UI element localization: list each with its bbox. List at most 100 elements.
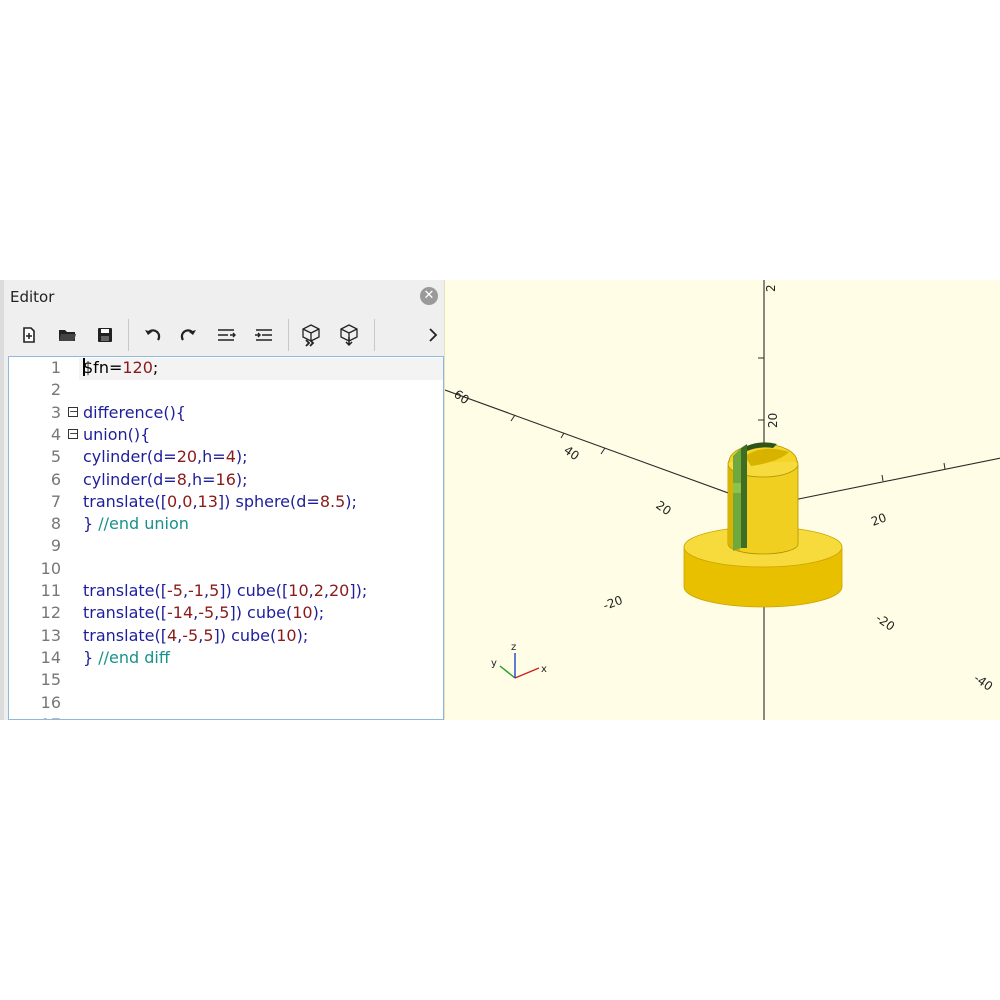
code-text: union(){ [83,424,150,446]
editor-panel: Editor ✕ 1 $fn=120; 2 3 − difference(){… [0,280,444,720]
line-number: 12 [40,603,61,623]
open-file-button[interactable] [52,321,82,349]
save-file-button[interactable] [90,321,120,349]
code-token: cylinder(d= [83,469,177,489]
code-line[interactable]: 5 cylinder(d=20,h=4); [9,446,443,468]
chevron-right-icon [429,328,438,342]
code-token: ; [152,358,159,377]
code-text: translate([0,0,13]) sphere(d=8.5); [83,491,357,513]
code-line[interactable]: 7 translate([0,0,13]) sphere(d=8.5); [9,491,443,513]
code-token: 10 [288,581,309,600]
3d-viewport[interactable]: 60 40 20 20 -20 -20 -40 20 2 x y z [444,280,1000,720]
code-line[interactable]: 9 [9,535,443,557]
line-number: 16 [40,692,61,712]
code-line[interactable]: 11 translate([-5,-1,5]) cube([10,2,20]); [9,580,443,602]
code-token: -5 [182,625,199,645]
line-number: 14 [40,647,61,667]
code-token: ); [345,491,357,511]
code-line[interactable]: 2 [9,379,443,401]
code-token: translate([ [83,581,167,600]
code-token: ]) cube( [229,603,293,623]
code-text: } //end union [83,513,189,535]
code-line[interactable]: 8} //end union [9,513,443,535]
redo-icon [180,329,196,341]
code-editor[interactable]: 1 $fn=120; 2 3− difference(){4− union(){5 cyli… [8,356,444,720]
preview-icon [302,324,320,347]
code-line[interactable]: 10 [9,558,443,580]
editor-title: Editor [10,288,55,306]
code-token: 5 [209,581,220,600]
indent-button[interactable] [249,321,279,349]
unindent-button[interactable] [211,321,241,349]
code-line[interactable]: 14} //end diff [9,647,443,669]
code-line[interactable]: 13 translate([4,-5,5]) cube(10); [9,625,443,647]
new-file-button[interactable] [14,321,44,349]
code-line[interactable]: 6 cylinder(d=8,h=16); [9,469,443,491]
fold-toggle-icon[interactable]: − [68,406,78,417]
code-line[interactable]: 1 $fn=120; [9,357,443,379]
code-token: $fn= [83,358,123,377]
code-text: translate([-14,-5,5]) cube(10); [83,602,324,624]
folder-open-icon [59,330,76,341]
code-token: ); [235,447,248,467]
code-token: ]); [349,581,368,600]
axis-label-y-40: 40 [561,443,582,463]
gizmo-y-label: y [491,658,497,669]
code-token: 13 [197,491,218,511]
close-icon[interactable]: ✕ [420,287,438,305]
code-token: translate([ [83,603,167,623]
code-token: union(){ [83,424,151,444]
code-token: 20 [176,447,198,467]
fold-toggle-icon[interactable]: − [68,428,78,439]
code-line[interactable]: 12 translate([-14,-5,5]) cube(10); [9,602,443,624]
line-number: 5 [50,447,61,467]
new-file-icon [23,327,35,343]
code-token: 0 [182,491,193,511]
axis-label-y-neg20: -20 [873,611,897,634]
code-text: cylinder(d=20,h=4); [83,446,248,468]
save-icon [98,328,112,342]
code-token: 10 [292,603,313,623]
code-token: -5 [166,581,183,600]
axes [445,280,1000,720]
line-number: 17 [9,714,61,719]
code-token: 4 [166,625,178,645]
model [683,442,843,608]
axis-label-x-neg40: -40 [971,671,995,694]
code-text: difference(){ [83,402,186,424]
line-number: 9 [50,536,61,556]
render-button[interactable] [334,321,364,349]
line-number: 15 [40,670,61,690]
code-token: -14 [166,603,194,623]
code-token: ]) cube([ [219,581,289,600]
axis-label-y-20: 20 [653,498,674,518]
code-token: translate([ [83,625,167,645]
redo-button[interactable] [174,321,204,349]
line-number: 11 [40,581,61,600]
code-text: cylinder(d=8,h=16); [83,469,248,491]
axis-label-y-60: 60 [451,387,472,407]
code-line[interactable]: 17 [9,714,443,719]
line-number: 7 [50,491,61,511]
undo-button[interactable] [137,321,167,349]
preview-button[interactable] [296,321,326,349]
code-text: $fn=120; [83,357,158,379]
code-text: } //end diff [83,647,170,669]
code-token: difference(){ [83,402,186,422]
code-token: } [83,514,99,534]
code-token: } [83,647,99,667]
code-line[interactable]: 15 [9,669,443,691]
code-line[interactable]: 3− difference(){ [9,402,443,424]
code-line[interactable]: 16 [9,692,443,714]
line-number: 10 [40,558,61,578]
code-token: ); [296,625,309,645]
code-token: 5 [219,603,230,623]
line-number: 3 [50,402,61,422]
render-icon [340,324,358,347]
code-token: //end diff [98,647,170,667]
code-text: translate([-5,-1,5]) cube([10,2,20]); [83,580,367,602]
code-token: -1 [188,581,204,600]
code-line[interactable]: 4− union(){ [9,424,443,446]
viewport-canvas[interactable]: 60 40 20 20 -20 -20 -40 20 2 x y z [445,280,1000,720]
code-token: ]) sphere(d= [217,491,320,511]
